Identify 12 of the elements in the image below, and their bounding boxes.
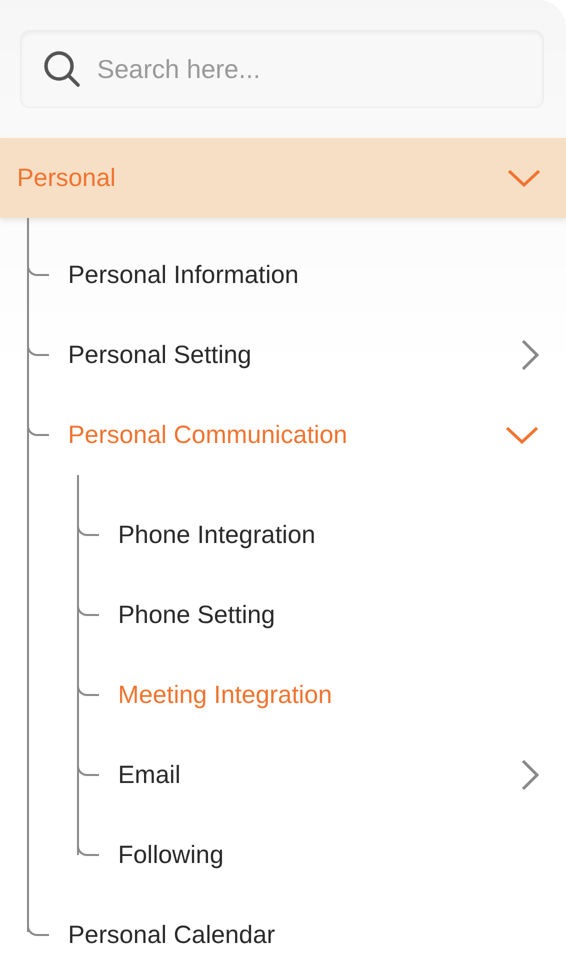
- search-field[interactable]: Search here...: [20, 30, 544, 108]
- tree-item[interactable]: Personal Setting: [28, 315, 566, 395]
- chevron-right-icon[interactable]: [521, 759, 539, 791]
- tree-item[interactable]: Personal Information: [28, 235, 566, 315]
- tree-item[interactable]: Phone Integration: [78, 495, 566, 575]
- tree-item[interactable]: Personal Calendar: [28, 895, 566, 970]
- chevron-down-icon[interactable]: [507, 169, 541, 187]
- tree-item[interactable]: Email: [78, 735, 566, 815]
- chevron-right-icon[interactable]: [521, 339, 539, 371]
- chevron-down-icon[interactable]: [505, 426, 539, 444]
- tree-item[interactable]: Following: [78, 815, 566, 895]
- tree-item[interactable]: Phone Setting: [78, 575, 566, 655]
